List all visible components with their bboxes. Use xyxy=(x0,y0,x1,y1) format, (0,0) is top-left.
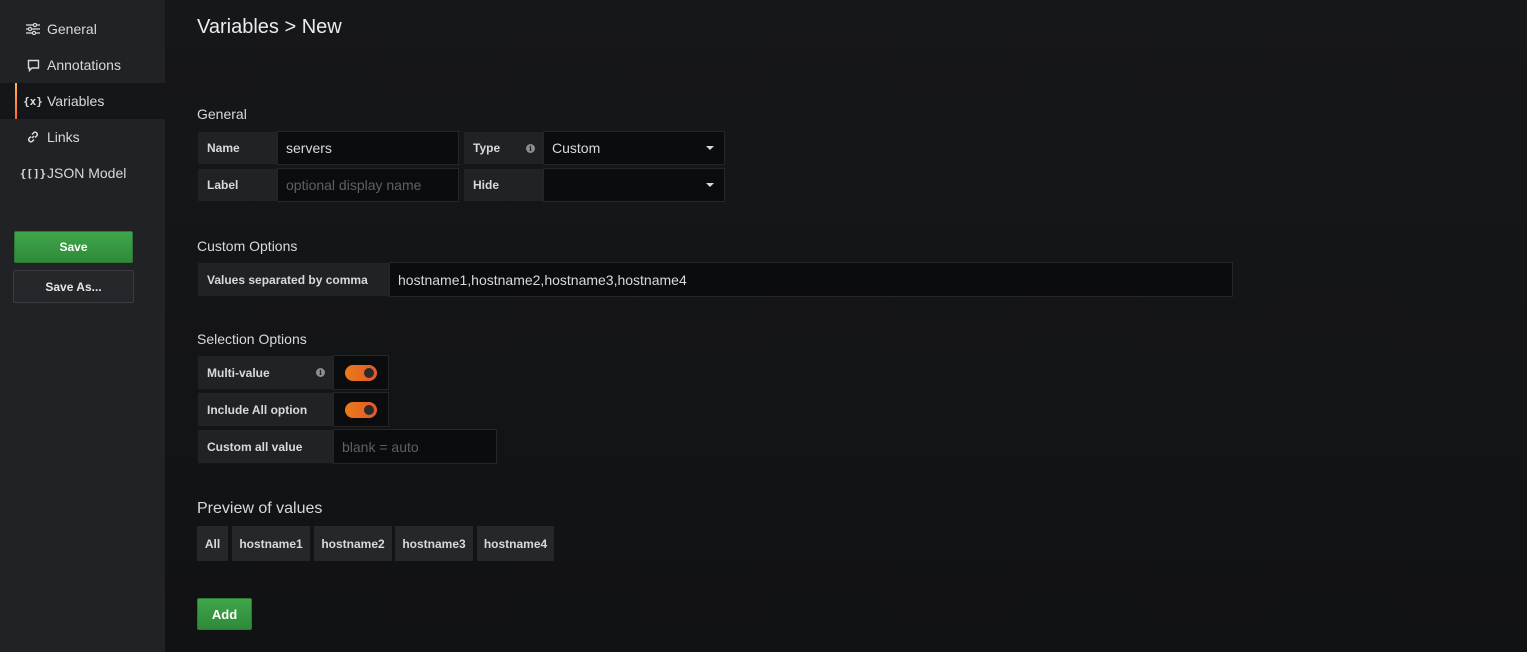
multi-value-toggle[interactable] xyxy=(345,365,377,381)
label-input-field[interactable] xyxy=(286,177,458,193)
section-title-custom-options: Custom Options xyxy=(197,238,298,254)
save-as-button[interactable]: Save As... xyxy=(13,270,134,303)
preview-value-chip: hostname4 xyxy=(477,526,554,561)
type-label-text: Type xyxy=(473,141,501,155)
sidebar-item-label: JSON Model xyxy=(47,165,127,181)
multi-value-label: Multi-value i xyxy=(197,355,334,390)
name-input[interactable] xyxy=(277,131,459,165)
comment-icon xyxy=(24,59,42,72)
settings-sidebar: General Annotations {x} Variables Links … xyxy=(0,0,165,652)
sliders-icon xyxy=(24,23,42,35)
values-label: Values separated by comma xyxy=(197,262,390,297)
toggle-knob xyxy=(364,405,374,415)
custom-all-input-field[interactable] xyxy=(342,438,496,455)
section-title-preview: Preview of values xyxy=(197,500,323,517)
chevron-down-icon xyxy=(706,146,714,150)
custom-all-label: Custom all value xyxy=(197,429,334,464)
preview-value-chip: hostname1 xyxy=(232,526,310,561)
sidebar-item-label: Variables xyxy=(47,93,105,109)
name-input-field[interactable] xyxy=(286,140,458,156)
page-title: Variables > New xyxy=(197,16,342,38)
hide-select[interactable] xyxy=(543,168,725,202)
json-icon: {[]} xyxy=(19,166,47,180)
save-button[interactable]: Save xyxy=(14,231,133,263)
sidebar-item-json-model[interactable]: {[]} JSON Model xyxy=(0,155,165,191)
toggle-knob xyxy=(364,368,374,378)
multi-value-toggle-cell xyxy=(333,355,389,390)
sidebar-item-variables[interactable]: {x} Variables xyxy=(0,83,165,119)
variable-icon: {x} xyxy=(23,94,43,108)
values-input[interactable] xyxy=(389,262,1233,297)
type-select-value: Custom xyxy=(552,140,601,156)
preview-value-chip: hostname3 xyxy=(395,526,473,561)
name-label: Name xyxy=(197,131,278,165)
label-input[interactable] xyxy=(277,168,459,202)
sidebar-actions: Save Save As... xyxy=(13,231,134,303)
chevron-down-icon xyxy=(706,183,714,187)
section-title-selection-options: Selection Options xyxy=(197,331,307,347)
sidebar-item-label: General xyxy=(47,21,97,37)
preview-value-chip: hostname2 xyxy=(314,526,392,561)
include-all-toggle-cell xyxy=(333,392,389,427)
type-select[interactable]: Custom xyxy=(543,131,725,165)
sidebar-item-general[interactable]: General xyxy=(0,11,165,47)
multi-value-label-text: Multi-value xyxy=(207,365,270,380)
main-content: Variables > New General Name Type i Cust… xyxy=(165,0,1527,652)
section-title-general: General xyxy=(197,106,247,122)
sidebar-item-annotations[interactable]: Annotations xyxy=(0,47,165,83)
include-all-label: Include All option xyxy=(197,392,334,427)
custom-all-input[interactable] xyxy=(333,429,497,464)
hide-label: Hide xyxy=(463,168,544,202)
label-label: Label xyxy=(197,168,278,202)
values-input-field[interactable] xyxy=(398,271,1232,288)
sidebar-item-label: Annotations xyxy=(47,57,121,73)
sidebar-item-links[interactable]: Links xyxy=(0,119,165,155)
add-button[interactable]: Add xyxy=(197,598,252,630)
preview-value-chip: All xyxy=(197,526,228,561)
sidebar-item-label: Links xyxy=(47,129,80,145)
include-all-toggle[interactable] xyxy=(345,402,377,418)
type-label: Type i xyxy=(463,131,544,165)
info-icon[interactable]: i xyxy=(316,368,325,377)
link-icon xyxy=(24,130,42,144)
settings-nav: General Annotations {x} Variables Links … xyxy=(0,11,165,191)
info-icon[interactable]: i xyxy=(526,144,535,153)
